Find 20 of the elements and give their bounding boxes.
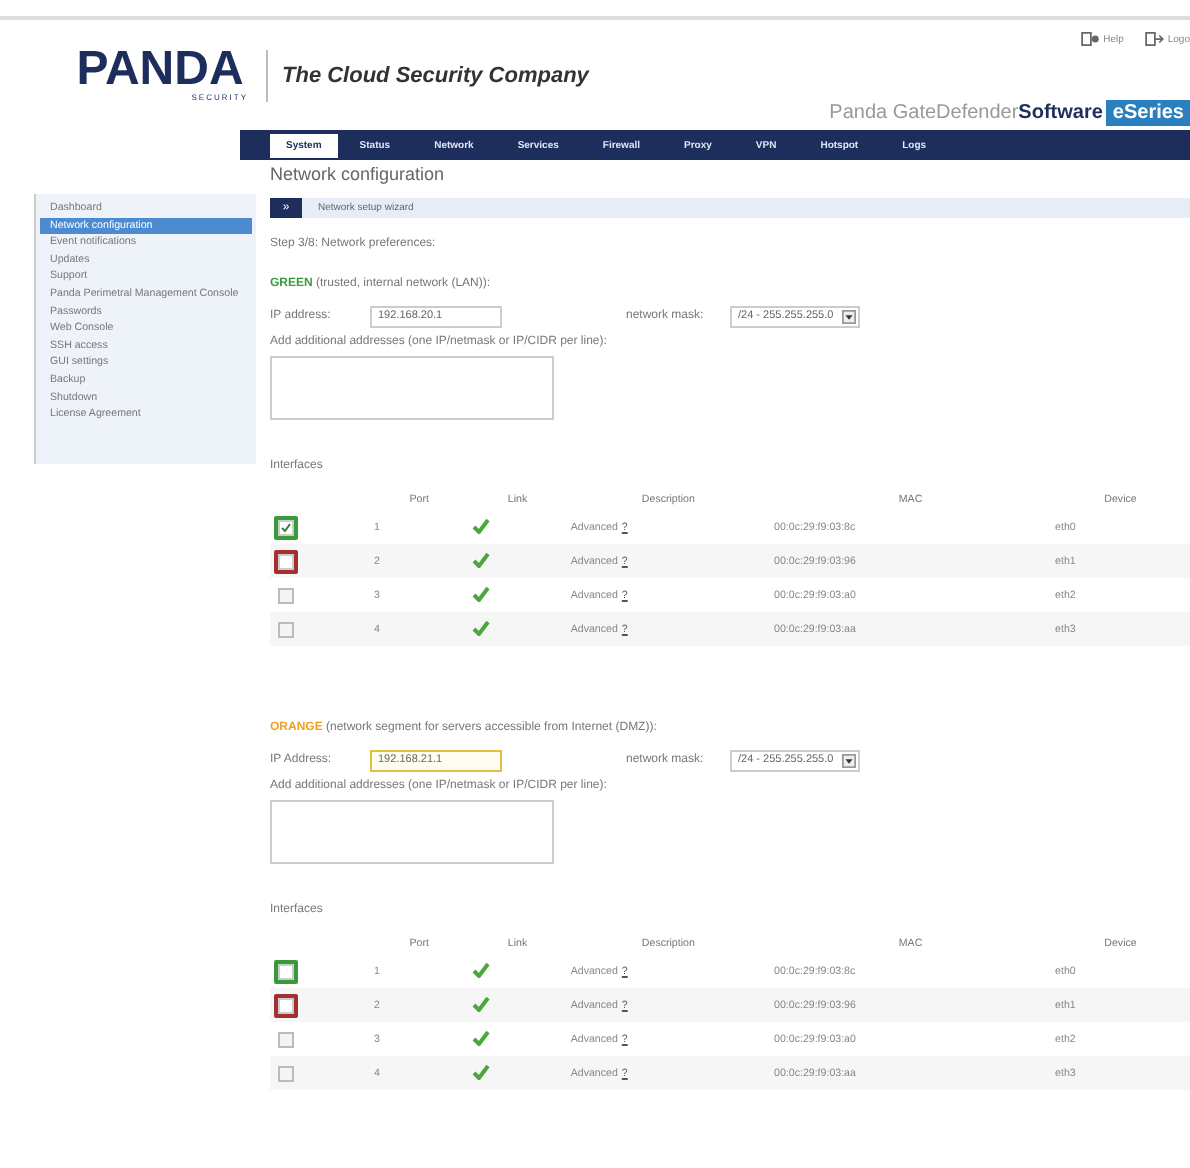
checkbox[interactable] [274,1027,298,1051]
checkbox[interactable] [274,617,298,641]
checkbox[interactable] [274,959,298,983]
checkbox[interactable] [274,515,298,539]
checkmark-icon [280,521,292,533]
checkbox[interactable] [274,993,298,1017]
checkbox[interactable] [274,549,298,573]
dropdown-arrow-icon [841,309,856,323]
page-title: Network configuration [270,164,447,188]
tagline: The Cloud Security Company [282,63,589,87]
edition-badge: eSeries [1106,100,1190,126]
dropdown-arrow-icon [841,753,856,767]
logo: PANDA [76,48,244,92]
addresses-textarea[interactable] [270,800,554,864]
addresses-textarea[interactable] [270,356,554,420]
help-icon [1079,32,1100,46]
checkbox[interactable] [274,583,298,607]
product-name: Panda GateDefenderSoftware [829,102,1103,124]
checkbox[interactable] [274,1061,298,1085]
logout-icon [1143,32,1164,46]
